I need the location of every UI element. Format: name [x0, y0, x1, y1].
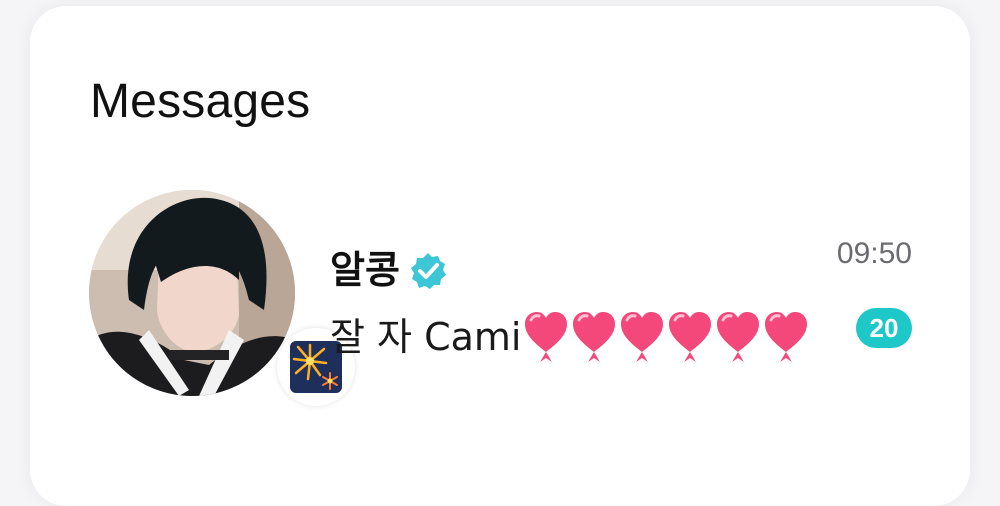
heart-ribbon-icon: [621, 312, 664, 362]
unread-count-badge: 20: [856, 308, 912, 348]
avatar[interactable]: [89, 190, 295, 396]
page-title: Messages: [90, 75, 311, 128]
avatar-image: [89, 190, 295, 396]
verified-check-icon: [410, 253, 446, 289]
contact-name: 알콩: [330, 250, 400, 292]
heart-ribbon-icon: [573, 312, 616, 362]
conversation-name-line: 알콩: [330, 246, 448, 296]
heart-ribbon-icon: [717, 312, 760, 362]
message-time: 09:50: [836, 237, 912, 270]
heart-ribbon-icon: [525, 312, 568, 362]
messages-card: Messages 알콩 09:50 잘 자 Cami 20: [30, 6, 970, 506]
heart-ribbon-icon: [669, 312, 712, 362]
message-preview-text: 잘 자 Cami: [330, 315, 522, 359]
heart-ribbon-icon: [765, 312, 808, 362]
avatar-container[interactable]: [89, 190, 355, 406]
conversation-row[interactable]: 알콩 09:50 잘 자 Cami 20: [30, 186, 970, 416]
message-preview: 잘 자 Cami: [330, 310, 811, 364]
heart-emoji-group: [523, 310, 811, 364]
